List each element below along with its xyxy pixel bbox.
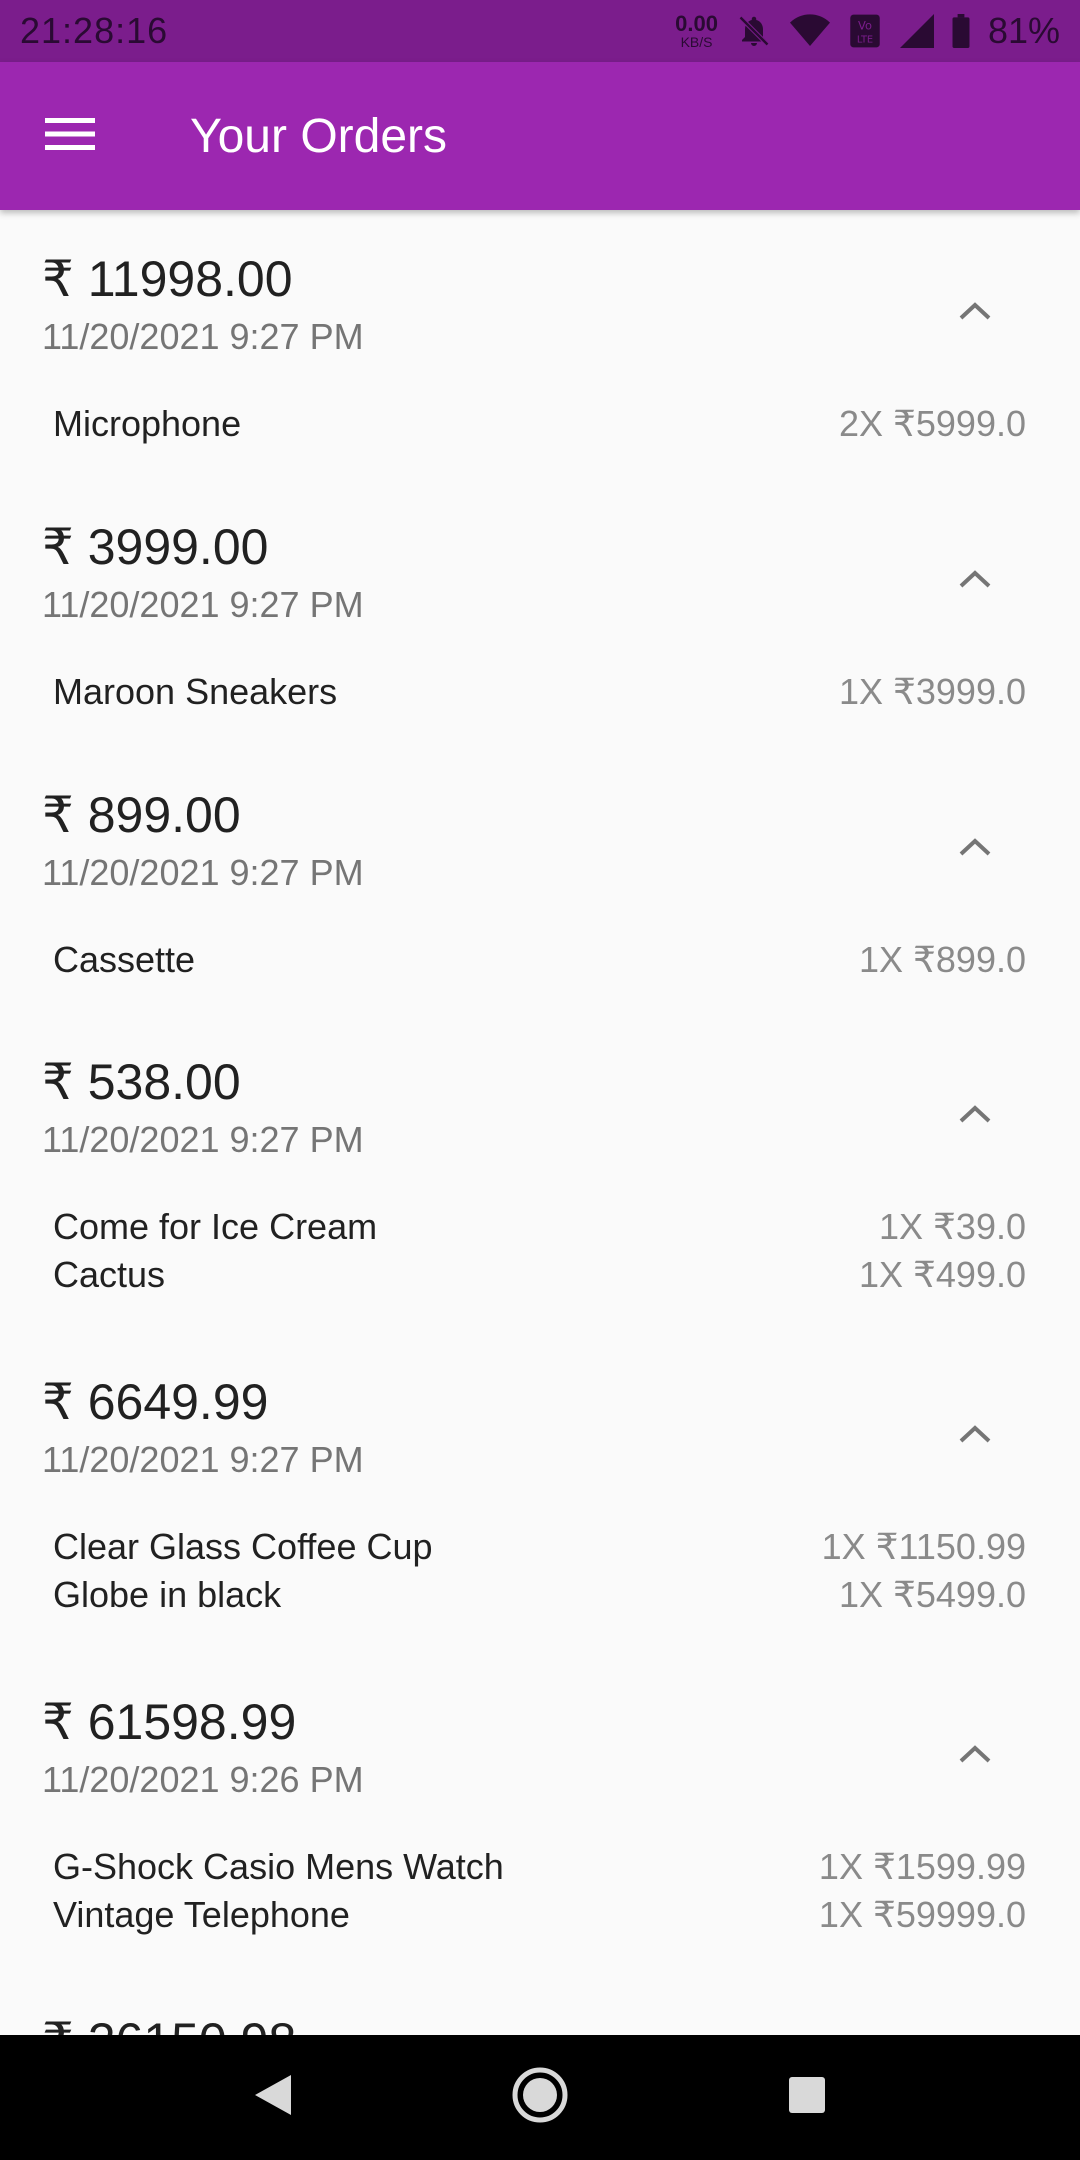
volte-icon: Vo LTE — [848, 13, 882, 49]
item-qty-price: 1X ₹1150.99 — [821, 1526, 1026, 1567]
wifi-icon — [789, 13, 830, 49]
back-triangle-icon — [251, 2071, 295, 2124]
net-speed: 0.00 KB/S — [675, 11, 718, 50]
item-qty-price: 1X ₹499.0 — [858, 1254, 1026, 1295]
order-date: 11/20/2021 9:27 PM — [42, 584, 364, 625]
collapse-button[interactable] — [950, 1091, 1000, 1141]
chevron-up-icon — [957, 836, 993, 863]
item-name: G-Shock Casio Mens Watch — [53, 1846, 504, 1887]
order-item-row: Clear Glass Coffee Cup 1X ₹1150.99 — [53, 1523, 1026, 1571]
order-item-row: Microphone 2X ₹5999.0 — [53, 400, 1026, 448]
hamburger-menu-icon — [45, 116, 95, 157]
menu-button[interactable] — [0, 62, 140, 210]
chevron-up-icon — [957, 1423, 993, 1450]
orders-list[interactable]: ₹ 11998.00 11/20/2021 9:27 PM Microphone… — [0, 210, 1080, 2035]
collapse-button[interactable] — [950, 288, 1000, 338]
item-qty-price: 1X ₹39.0 — [878, 1206, 1026, 1247]
signal-icon — [899, 14, 934, 48]
order-date: 11/20/2021 9:27 PM — [42, 1439, 364, 1480]
mute-bell-icon — [736, 13, 772, 49]
order-total: ₹ 538.00 — [42, 1054, 241, 1110]
item-qty-price: 1X ₹59999.0 — [818, 1894, 1026, 1935]
order-item-row: Vintage Telephone 1X ₹59999.0 — [53, 1891, 1026, 1939]
collapse-button[interactable] — [950, 556, 1000, 606]
order-item-row: Cactus 1X ₹499.0 — [53, 1251, 1026, 1299]
item-name: Maroon Sneakers — [53, 671, 338, 712]
collapse-button[interactable] — [950, 1731, 1000, 1781]
chevron-up-icon — [957, 300, 993, 327]
order-items: Come for Ice Cream 1X ₹39.0 Cactus 1X ₹4… — [53, 1203, 1026, 1299]
net-speed-value: 0.00 — [675, 11, 718, 36]
status-icons: 0.00 KB/S Vo LTE 81% — [675, 10, 1060, 52]
home-button[interactable] — [500, 2058, 580, 2138]
order-total: ₹ 6649.99 — [42, 1374, 269, 1430]
battery-percent: 81% — [987, 10, 1060, 51]
order-item-row: Globe in black 1X ₹5499.0 — [53, 1571, 1026, 1619]
order-date: 11/20/2021 9:27 PM — [42, 1119, 364, 1160]
item-name: Clear Glass Coffee Cup — [53, 1526, 433, 1567]
status-bar: 21:28:16 0.00 KB/S Vo LTE 81% — [0, 0, 1080, 62]
order-items: Cassette 1X ₹899.0 — [53, 936, 1026, 984]
svg-text:LTE: LTE — [857, 34, 873, 45]
chevron-up-icon — [957, 1743, 993, 1770]
home-circle-icon — [510, 2065, 570, 2130]
item-name: Cassette — [53, 939, 196, 980]
order-total: ₹ 899.00 — [42, 787, 241, 843]
item-qty-price: 1X ₹899.0 — [858, 939, 1026, 980]
collapse-button[interactable] — [950, 824, 1000, 874]
order-total: ₹ 11998.00 — [42, 251, 293, 307]
order-item-row: Maroon Sneakers 1X ₹3999.0 — [53, 668, 1026, 716]
page-title: Your Orders — [190, 109, 448, 163]
order-total: ₹ 61598.99 — [42, 1694, 297, 1750]
battery-icon — [952, 14, 970, 48]
status-time: 21:28:16 — [20, 10, 169, 51]
item-qty-price: 1X ₹3999.0 — [838, 671, 1026, 712]
item-name: Come for Ice Cream — [53, 1206, 378, 1247]
item-qty-price: 1X ₹1599.99 — [818, 1846, 1026, 1887]
system-nav-bar — [0, 2035, 1080, 2160]
svg-text:Vo: Vo — [858, 18, 872, 32]
item-qty-price: 2X ₹5999.0 — [838, 403, 1026, 444]
order-item-row: Come for Ice Cream 1X ₹39.0 — [53, 1203, 1026, 1251]
order-items: Clear Glass Coffee Cup 1X ₹1150.99 Globe… — [53, 1523, 1026, 1619]
recents-button[interactable] — [767, 2058, 847, 2138]
order-date: 11/20/2021 9:27 PM — [42, 316, 364, 357]
chevron-up-icon — [957, 1103, 993, 1130]
order-items: G-Shock Casio Mens Watch 1X ₹1599.99 Vin… — [53, 1843, 1026, 1939]
order-date: 11/20/2021 9:26 PM — [42, 1759, 364, 1800]
net-speed-unit: KB/S — [680, 34, 713, 50]
order-total: ₹ 26150.98 — [42, 2012, 296, 2035]
item-name: Cactus — [53, 1254, 166, 1295]
collapse-button[interactable] — [950, 1411, 1000, 1461]
order-total: ₹ 3999.00 — [42, 519, 269, 575]
order-item-row: Cassette 1X ₹899.0 — [53, 936, 1026, 984]
order-items: Microphone 2X ₹5999.0 — [53, 400, 1026, 448]
order-items: Maroon Sneakers 1X ₹3999.0 — [53, 668, 1026, 716]
order-item-row: G-Shock Casio Mens Watch 1X ₹1599.99 — [53, 1843, 1026, 1891]
item-name: Vintage Telephone — [53, 1894, 350, 1935]
item-name: Microphone — [53, 403, 242, 444]
order-date: 11/20/2021 9:27 PM — [42, 852, 364, 893]
chevron-up-icon — [957, 568, 993, 595]
recents-square-icon — [785, 2073, 829, 2122]
item-qty-price: 1X ₹5499.0 — [838, 1574, 1026, 1615]
back-button[interactable] — [233, 2058, 313, 2138]
item-name: Globe in black — [53, 1574, 282, 1615]
app-bar: Your Orders — [0, 62, 1080, 210]
